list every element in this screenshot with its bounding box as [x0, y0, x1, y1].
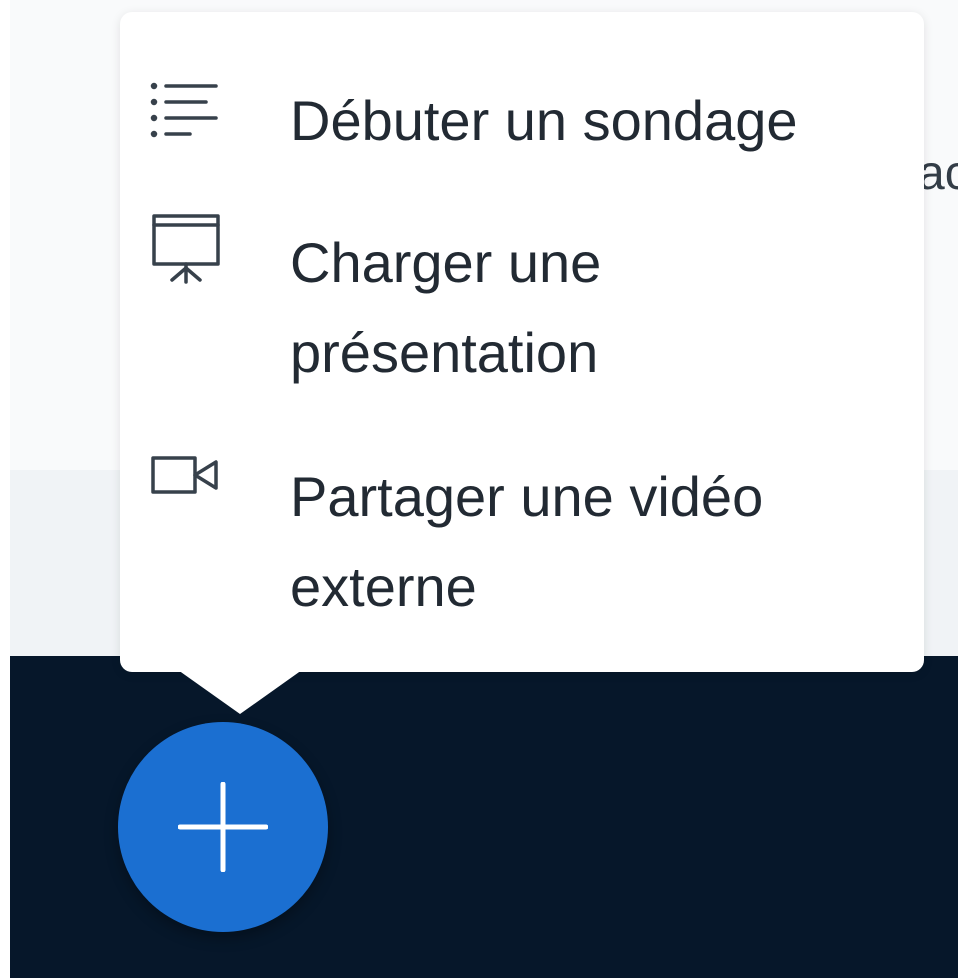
- plus-icon: [178, 782, 268, 872]
- actions-menu: Débuter un sondage Charger une présentat…: [120, 12, 924, 672]
- partially-hidden-text: ac: [918, 147, 958, 200]
- presentation-icon: [150, 212, 220, 284]
- menu-item-upload-presentation[interactable]: Charger une présentation: [150, 204, 890, 394]
- menu-item-start-poll[interactable]: Débuter un sondage: [150, 74, 890, 174]
- video-icon: [150, 452, 218, 508]
- menu-item-label: Débuter un sondage: [290, 89, 798, 152]
- menu-item-label: Partager une vidéo externe: [290, 465, 764, 618]
- poll-icon: [150, 82, 218, 138]
- menu-pointer: [178, 670, 302, 714]
- menu-item-label: Charger une présentation: [290, 231, 602, 384]
- page-left-edge: [0, 0, 10, 978]
- actions-button[interactable]: [118, 722, 328, 932]
- menu-item-share-external-video[interactable]: Partager une vidéo externe: [150, 442, 890, 632]
